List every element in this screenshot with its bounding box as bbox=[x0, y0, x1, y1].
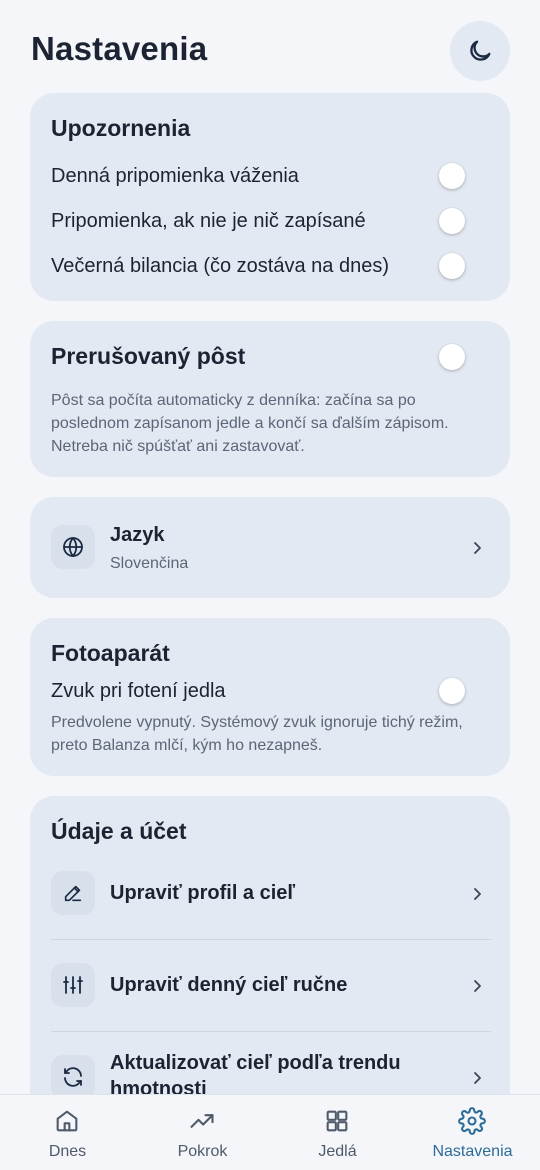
tab-label: Nastavenia bbox=[432, 1143, 513, 1160]
fasting-description: Pôst sa počíta automaticky z denníka: za… bbox=[51, 392, 449, 455]
home-icon bbox=[56, 1110, 78, 1132]
notification-label: Večerná bilancia (čo zostáva na dnes) bbox=[51, 255, 389, 277]
empty-log-reminder-toggle[interactable] bbox=[439, 208, 465, 234]
evening-balance-toggle[interactable] bbox=[439, 253, 465, 279]
account-card: Údaje a účet Upraviť profil a cieľ Uprav… bbox=[30, 796, 510, 1116]
tab-pokrok[interactable]: Pokrok bbox=[135, 1095, 270, 1170]
notifications-title: Upozornenia bbox=[51, 115, 191, 141]
theme-toggle-button[interactable] bbox=[450, 21, 510, 81]
sliders-icon bbox=[63, 976, 83, 994]
language-icon-tile bbox=[51, 525, 95, 569]
account-icon-tile bbox=[51, 1055, 95, 1099]
account-icon-tile bbox=[51, 963, 95, 1007]
header: Nastavenia bbox=[0, 0, 540, 92]
language-value: Slovenčina bbox=[110, 555, 189, 572]
page-title: Nastavenia bbox=[31, 30, 208, 67]
pencil-icon bbox=[64, 885, 82, 902]
notification-label: Denná pripomienka váženia bbox=[51, 165, 299, 187]
grid-icon bbox=[326, 1110, 348, 1132]
bottom-tab-bar: Dnes Pokrok Jedlá Nastavenia bbox=[0, 1094, 540, 1170]
account-item-label: Upraviť profil a cieľ bbox=[110, 882, 296, 904]
tab-jedla[interactable]: Jedlá bbox=[270, 1095, 405, 1170]
camera-description: Predvolene vypnutý. Systémový zvuk ignor… bbox=[51, 714, 463, 754]
weighing-reminder-toggle[interactable] bbox=[439, 163, 465, 189]
tab-label: Pokrok bbox=[177, 1143, 228, 1160]
tab-label: Dnes bbox=[48, 1143, 87, 1160]
divider bbox=[51, 1031, 491, 1032]
tab-nastavenia[interactable]: Nastavenia bbox=[405, 1095, 540, 1170]
account-title: Údaje a účet bbox=[51, 818, 187, 844]
camera-sound-toggle[interactable] bbox=[439, 678, 465, 704]
chevron-right-icon bbox=[474, 1072, 481, 1084]
moon-icon bbox=[470, 40, 491, 61]
globe-icon bbox=[63, 537, 83, 557]
tab-label: Jedlá bbox=[318, 1143, 357, 1160]
notifications-card: Upozornenia Denná pripomienka váženia Pr… bbox=[30, 93, 510, 301]
chevron-right-icon bbox=[474, 542, 481, 554]
camera-sound-label: Zvuk pri fotení jedla bbox=[51, 680, 226, 702]
refresh-icon bbox=[64, 1067, 82, 1087]
chevron-right-icon bbox=[474, 980, 481, 992]
account-item-label: Upraviť denný cieľ ručne bbox=[110, 974, 348, 996]
fasting-card: Prerušovaný pôst Pôst sa počíta automati… bbox=[30, 321, 510, 477]
gear-icon bbox=[458, 1107, 486, 1135]
divider bbox=[51, 939, 491, 940]
chevron-right-icon bbox=[474, 888, 481, 900]
tab-dnes[interactable]: Dnes bbox=[0, 1095, 135, 1170]
trend-up-icon bbox=[190, 1114, 214, 1128]
account-icon-tile bbox=[51, 871, 95, 915]
fasting-toggle[interactable] bbox=[439, 344, 465, 370]
notification-label: Pripomienka, ak nie je nič zapísané bbox=[51, 210, 366, 232]
language-card[interactable]: Jazyk Slovenčina bbox=[30, 497, 510, 598]
camera-title: Fotoaparát bbox=[51, 640, 170, 666]
camera-card: Fotoaparát Zvuk pri fotení jedla Predvol… bbox=[30, 618, 510, 776]
fasting-title: Prerušovaný pôst bbox=[51, 343, 246, 369]
language-title: Jazyk bbox=[110, 524, 165, 546]
